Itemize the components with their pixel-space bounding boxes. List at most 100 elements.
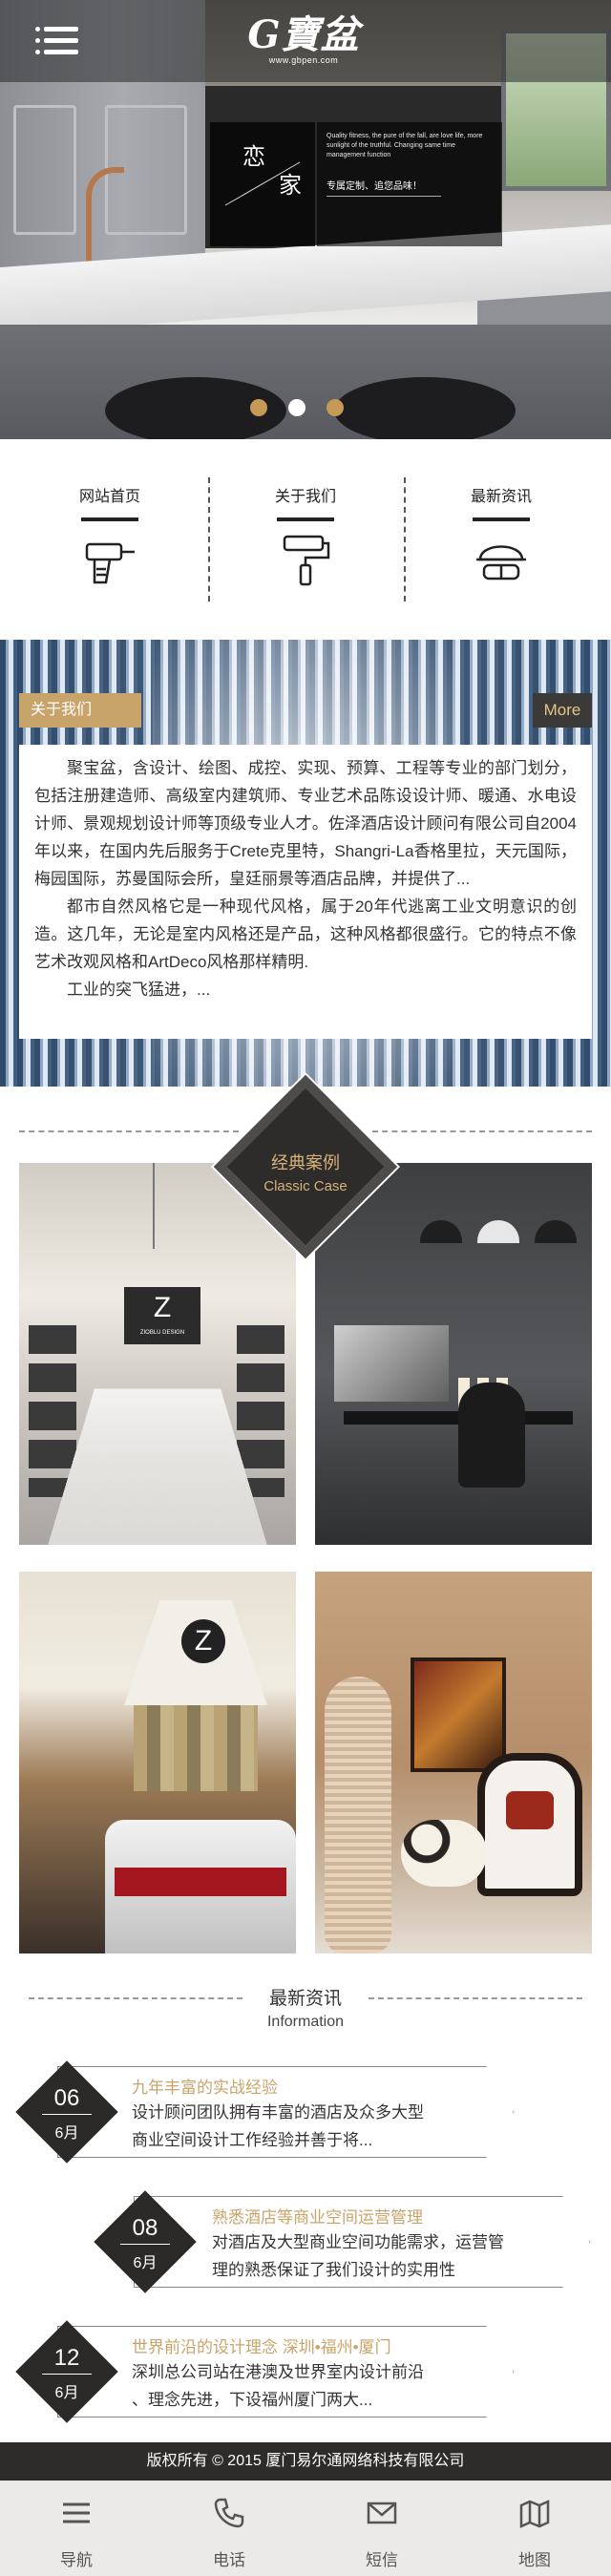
about-text-card: 聚宝盆，含设计、绘图、成控、实现、预算、工程等专业的部门划分，包括注册建造师、高… xyxy=(19,745,592,1039)
banner-slogan: 专属定制、追您品味！ xyxy=(327,181,422,192)
quick-nav-about[interactable]: 关于我们 xyxy=(207,477,404,602)
about-section: 关于我们 More 聚宝盆，含设计、绘图、成控、实现、预算、工程等专业的部门划分… xyxy=(0,640,611,1087)
divider xyxy=(81,517,138,521)
bottom-nav-sms[interactable]: 短信 xyxy=(306,2481,458,2576)
phone-icon xyxy=(214,2498,244,2528)
news-item-desc: 商业空间设计工作经验并善于将... xyxy=(132,2131,373,2149)
news-item-title[interactable]: 九年丰富的实战经验 xyxy=(132,2074,278,2098)
quick-nav: 网站首页 关于我们 最新资讯 xyxy=(0,439,611,640)
news-month: 6月 xyxy=(54,2385,79,2401)
case-photo-dining[interactable] xyxy=(315,1163,592,1545)
quick-nav-home[interactable]: 网站首页 xyxy=(12,477,208,602)
slider-dot[interactable] xyxy=(327,399,344,416)
footer-copyright: 版权所有 © 2015 厦门易尔通网络科技有限公司 xyxy=(0,2442,611,2481)
news-month: 6月 xyxy=(54,2125,79,2142)
slider-dots xyxy=(250,399,344,416)
bottom-nav-label: 导航 xyxy=(60,2551,93,2569)
slider-dot-active[interactable] xyxy=(288,399,306,416)
banner-word: 家 xyxy=(279,172,302,199)
banner-word: 恋 xyxy=(242,143,265,170)
photo-ottoman xyxy=(401,1820,487,1887)
banner-english-copy: Quality fitness, the pure of the fall, a… xyxy=(327,133,483,158)
bottom-nav-label: 地图 xyxy=(518,2551,551,2569)
about-paragraph: 聚宝盆，含设计、绘图、成控、实现、预算、工程等专业的部门划分，包括注册建造师、高… xyxy=(34,759,577,888)
photo-pendant xyxy=(420,1220,462,1243)
news-date-badge: 12 6月 xyxy=(15,2320,118,2423)
paint-roller-icon xyxy=(283,535,330,586)
news-heading: 最新资讯 Information xyxy=(0,1974,611,2041)
photo-vase xyxy=(325,1677,391,1953)
about-paragraph: 工业的突飞猛进，... xyxy=(67,981,211,999)
divider xyxy=(327,196,441,197)
news-section: 最新资讯 Information 06 6月 九年丰富的实战经验 设计顾问团队拥… xyxy=(0,1974,611,2442)
divider xyxy=(19,1130,239,1132)
news-item[interactable]: 08 6月 熟悉酒店等商业空间运营管理 对酒店及大型商业空间功能需求，运营管 理… xyxy=(0,2190,611,2293)
classic-case-section: Z ZIOBLU DESIGN 经典案例 Classic Case Z xyxy=(0,1074,611,1974)
photo-seat xyxy=(115,1868,286,1896)
news-item-desc: 对酒店及大型商业空间功能需求，运营管 xyxy=(212,2233,504,2251)
case-photo-kitchen[interactable]: Z xyxy=(19,1572,296,1953)
bottom-nav-label: 短信 xyxy=(366,2551,398,2569)
case-title: 经典案例 Classic Case xyxy=(210,1150,401,1194)
news-item[interactable]: 12 6月 世界前沿的设计理念 深圳•福州•厦门 深圳总公司站在港澳及世界室内设… xyxy=(0,2320,611,2423)
photo-tiles xyxy=(134,1705,258,1791)
banner-photo-stool xyxy=(334,377,516,439)
divider xyxy=(372,1130,592,1132)
case-title-cn: 经典案例 xyxy=(271,1153,340,1172)
photo-z-mark: Z xyxy=(181,1619,225,1663)
photo-screen-caption: ZIOBLU DESIGN xyxy=(139,1330,185,1336)
banner-slogan-panel: 恋 家 Quality fitness, the pure of the fal… xyxy=(210,122,502,246)
banner-copy: Quality fitness, the pure of the fall, a… xyxy=(317,122,502,246)
quick-nav-news[interactable]: 最新资讯 xyxy=(403,477,600,602)
slider-dot[interactable] xyxy=(250,399,267,416)
news-title-en: Information xyxy=(266,2014,345,2030)
news-item-desc: 设计顾问团队拥有丰富的酒店及众多大型 xyxy=(132,2103,424,2122)
news-item-desc: 、理念先进，下设福州厦门两大... xyxy=(132,2391,373,2409)
news-item-desc: 深圳总公司站在港澳及世界室内设计前沿 xyxy=(132,2363,424,2381)
menu-bars-icon xyxy=(63,2502,90,2523)
safety-helmet-icon xyxy=(476,545,526,581)
about-paragraph: 都市自然风格它是一种现代风格，属于20年代逃离工业文明意识的创造。这几年，无论是… xyxy=(34,897,577,971)
banner-photo-island xyxy=(0,325,611,439)
photo-art xyxy=(334,1325,449,1402)
banner-word-box: 恋 家 xyxy=(210,122,315,246)
news-item-desc: 理的熟悉保证了我们设计的实用性 xyxy=(212,2261,455,2279)
more-button[interactable]: More xyxy=(533,693,592,728)
news-month: 6月 xyxy=(133,2255,158,2271)
photo-pendant xyxy=(477,1220,519,1243)
hero-banner: G寶盆 www.gbpen.com 恋 家 Quality fitness, t… xyxy=(0,0,611,439)
news-day: 08 xyxy=(132,2215,158,2241)
photo-screen: Z ZIOBLU DESIGN xyxy=(124,1287,200,1344)
drill-icon xyxy=(85,542,135,584)
news-day: 06 xyxy=(53,2085,80,2111)
menu-icon[interactable] xyxy=(44,27,78,55)
quick-nav-label: 最新资讯 xyxy=(470,489,532,505)
news-date-badge: 06 6月 xyxy=(15,2060,118,2164)
news-date-badge: 08 6月 xyxy=(94,2190,197,2293)
divider xyxy=(473,517,530,521)
quick-nav-label: 网站首页 xyxy=(78,489,140,505)
photo-chair xyxy=(458,1383,525,1488)
divider xyxy=(29,1997,242,1999)
map-icon xyxy=(519,2500,550,2528)
photo-screen-letter: Z xyxy=(153,1292,172,1323)
divider xyxy=(369,1997,582,1999)
photo-pendant xyxy=(535,1220,577,1243)
photo-painting xyxy=(411,1658,506,1772)
case-photo-conference[interactable]: Z ZIOBLU DESIGN xyxy=(19,1163,296,1545)
bottom-nav-menu[interactable]: 导航 xyxy=(0,2481,153,2576)
case-photo-living[interactable] xyxy=(315,1572,592,1953)
bottom-nav-label: 电话 xyxy=(213,2551,245,2569)
bottom-nav: 导航 电话 短信 地图 xyxy=(0,2481,611,2576)
bottom-nav-map[interactable]: 地图 xyxy=(458,2481,611,2576)
news-item[interactable]: 06 6月 九年丰富的实战经验 设计顾问团队拥有丰富的酒店及众多大型 商业空间设… xyxy=(0,2060,611,2164)
quick-nav-label: 关于我们 xyxy=(274,489,336,505)
envelope-icon xyxy=(367,2502,397,2524)
news-item-title[interactable]: 世界前沿的设计理念 深圳•福州•厦门 xyxy=(132,2333,391,2357)
about-tab: 关于我们 xyxy=(19,693,141,728)
bottom-nav-phone[interactable]: 电话 xyxy=(153,2481,306,2576)
site-logo[interactable]: G寶盆 www.gbpen.com xyxy=(237,11,370,73)
logo-mark: G寶盆 xyxy=(247,12,360,57)
news-title-cn: 最新资讯 xyxy=(268,1989,342,2009)
news-item-title[interactable]: 熟悉酒店等商业空间运营管理 xyxy=(212,2204,423,2228)
